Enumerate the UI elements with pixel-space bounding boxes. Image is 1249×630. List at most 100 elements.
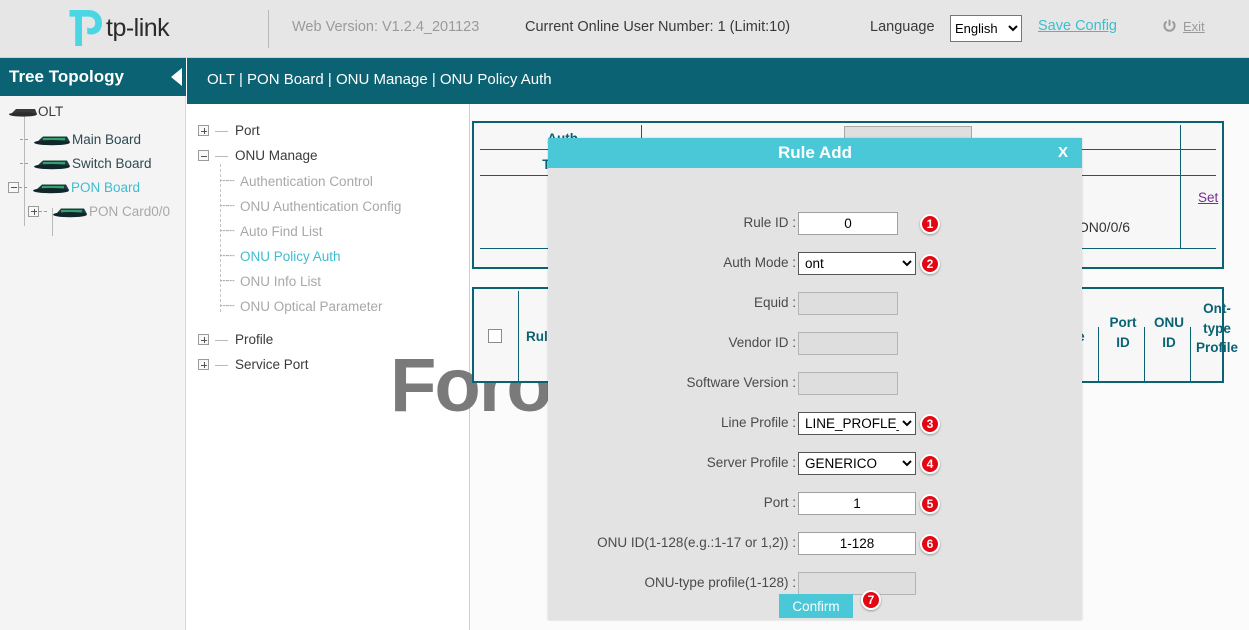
field-row-onu-type-profile: ONU-type profile(1-128) : [548, 572, 1082, 596]
submenu-item-onu-info-list[interactable]: ┄┄ ONU Info List [220, 273, 321, 289]
field-label: Line Profile : [721, 415, 796, 430]
menu-expander-service-port[interactable] [198, 359, 209, 370]
field-label: Vendor ID : [728, 335, 796, 350]
exit-link[interactable]: Exit [1183, 19, 1205, 34]
save-config-link[interactable]: Save Config [1038, 18, 1117, 34]
device-icon [8, 106, 38, 117]
tree-node-switch-board[interactable]: Switch Board [20, 152, 152, 174]
tree-dash [19, 187, 27, 188]
tree-node-label: PON Board [71, 180, 140, 195]
menu-item-port[interactable]: — Port [198, 123, 260, 138]
step-badge-7: 7 [861, 590, 881, 610]
menu-dash: — [215, 357, 229, 372]
online-user-count: Current Online User Number: 1 (Limit:10) [525, 19, 790, 35]
close-icon[interactable]: X [1058, 144, 1068, 161]
menu-item-label: Port [235, 123, 260, 138]
table-header-port-id: PortID [1104, 313, 1142, 352]
tree-node-olt[interactable]: OLT [8, 100, 63, 122]
submenu-item-label: ONU Info List [240, 274, 321, 289]
step-badge-4: 4 [920, 454, 940, 474]
submenu-dash: ┄┄ [220, 298, 234, 314]
field-row-software-version: Software Version : [548, 372, 1082, 396]
top-header-bar: tp-link Web Version: V1.2.4_201123 Curre… [0, 0, 1249, 58]
step-badge-6: 6 [920, 534, 940, 554]
sidebar-title: Tree Topology [9, 67, 124, 87]
table-column-divider [518, 291, 519, 381]
power-icon[interactable] [1162, 19, 1177, 34]
tree-node-main-board[interactable]: Main Board [20, 128, 141, 150]
step-badge-3: 3 [920, 414, 940, 434]
navigation-menu: — Port — ONU Manage ┄┄ Authentication Co… [187, 104, 470, 630]
web-version-text: Web Version: V1.2.4_201123 [292, 19, 479, 35]
submenu-dash: ┄┄ [220, 173, 234, 189]
tree-expander-collapse[interactable] [8, 182, 19, 193]
menu-item-service-port[interactable]: — Service Port [198, 357, 309, 372]
tree-node-label: OLT [38, 104, 63, 119]
language-label: Language [870, 19, 935, 35]
rule-id-input[interactable] [798, 212, 898, 235]
field-row-auth-mode: Auth Mode : ont 2 [548, 252, 1082, 276]
menu-dash: — [215, 123, 229, 138]
menu-expander-profile[interactable] [198, 334, 209, 345]
field-row-server-profile: Server Profile : GENERICO 4 [548, 452, 1082, 476]
tree-node-label: Switch Board [72, 156, 152, 171]
device-icon [31, 181, 71, 194]
header-divider [268, 10, 269, 48]
step-badge-2: 2 [920, 254, 940, 274]
auth-mode-select[interactable]: ont [798, 252, 916, 275]
field-row-line-profile: Line Profile : LINE_PROFLE_1 3 [548, 412, 1082, 436]
submenu-item-onu-policy-auth[interactable]: ┄┄ ONU Policy Auth [220, 248, 341, 264]
submenu-dash: ┄┄ [220, 248, 234, 264]
tplink-logo-mark [68, 8, 104, 48]
submenu-item-auto-find-list[interactable]: ┄┄ Auto Find List [220, 223, 323, 239]
field-label: Equid : [754, 295, 796, 310]
dialog-body: Rule ID : 1 Auth Mode : ont 2 Equid : Ve… [548, 168, 1082, 620]
submenu-item-onu-authentication-config[interactable]: ┄┄ ONU Authentication Config [220, 198, 401, 214]
submenu-dash: ┄┄ [220, 273, 234, 289]
step-badge-5: 5 [920, 494, 940, 514]
port-input[interactable] [798, 492, 916, 515]
menu-dash: — [215, 332, 229, 347]
menu-item-profile[interactable]: — Profile [198, 332, 273, 347]
chevron-left-icon [171, 68, 182, 86]
menu-item-onu-manage[interactable]: — ONU Manage [198, 148, 318, 163]
submenu-dash: ┄┄ [220, 198, 234, 214]
select-all-checkbox[interactable] [488, 329, 502, 343]
submenu-item-label: ONU Optical Parameter [240, 299, 383, 314]
server-profile-select[interactable]: GENERICO [798, 452, 916, 475]
software-version-input [798, 372, 898, 395]
equid-input [798, 292, 898, 315]
tree-node-label: PON Card0/0 [89, 204, 170, 219]
submenu-item-label: Authentication Control [240, 174, 373, 189]
sidebar-header: Tree Topology [0, 58, 186, 96]
submenu-item-label: ONU Authentication Config [240, 199, 401, 214]
language-select[interactable]: English [950, 15, 1022, 42]
sidebar-collapse-button[interactable] [166, 58, 186, 96]
menu-expander-onu-manage[interactable] [198, 150, 209, 161]
tplink-logo: tp-link [68, 8, 169, 48]
device-icon [51, 205, 89, 218]
field-label: Rule ID : [743, 215, 796, 230]
submenu-item-label: Auto Find List [240, 224, 323, 239]
submenu-item-authentication-control[interactable]: ┄┄ Authentication Control [220, 173, 373, 189]
menu-item-label: ONU Manage [235, 148, 318, 163]
submenu-item-label: ONU Policy Auth [240, 249, 341, 264]
onu-id-input[interactable] [798, 532, 916, 555]
menu-dash: — [215, 148, 229, 163]
menu-expander-port[interactable] [198, 125, 209, 136]
onu-type-profile-input [798, 572, 916, 595]
brand-name: tp-link [106, 14, 169, 43]
tree-node-pon-card[interactable]: PON Card0/0 [28, 200, 170, 222]
submenu-item-onu-optical-parameter[interactable]: ┄┄ ONU Optical Parameter [220, 298, 383, 314]
field-label: ONU ID(1-128(e.g.:1-17 or 1,2)) : [597, 535, 796, 550]
set-link[interactable]: Set [1198, 190, 1218, 205]
breadcrumb: OLT | PON Board | ONU Manage | ONU Polic… [207, 71, 552, 88]
line-profile-select[interactable]: LINE_PROFLE_1 [798, 412, 916, 435]
table-column-divider [1144, 327, 1145, 381]
dialog-header: Rule Add X [548, 138, 1082, 168]
tree-expander-expand[interactable] [28, 206, 39, 217]
confirm-button[interactable]: Confirm [779, 594, 853, 618]
device-icon [32, 133, 72, 146]
tree-node-pon-board[interactable]: PON Board [8, 176, 140, 198]
field-row-vendor-id: Vendor ID : [548, 332, 1082, 356]
